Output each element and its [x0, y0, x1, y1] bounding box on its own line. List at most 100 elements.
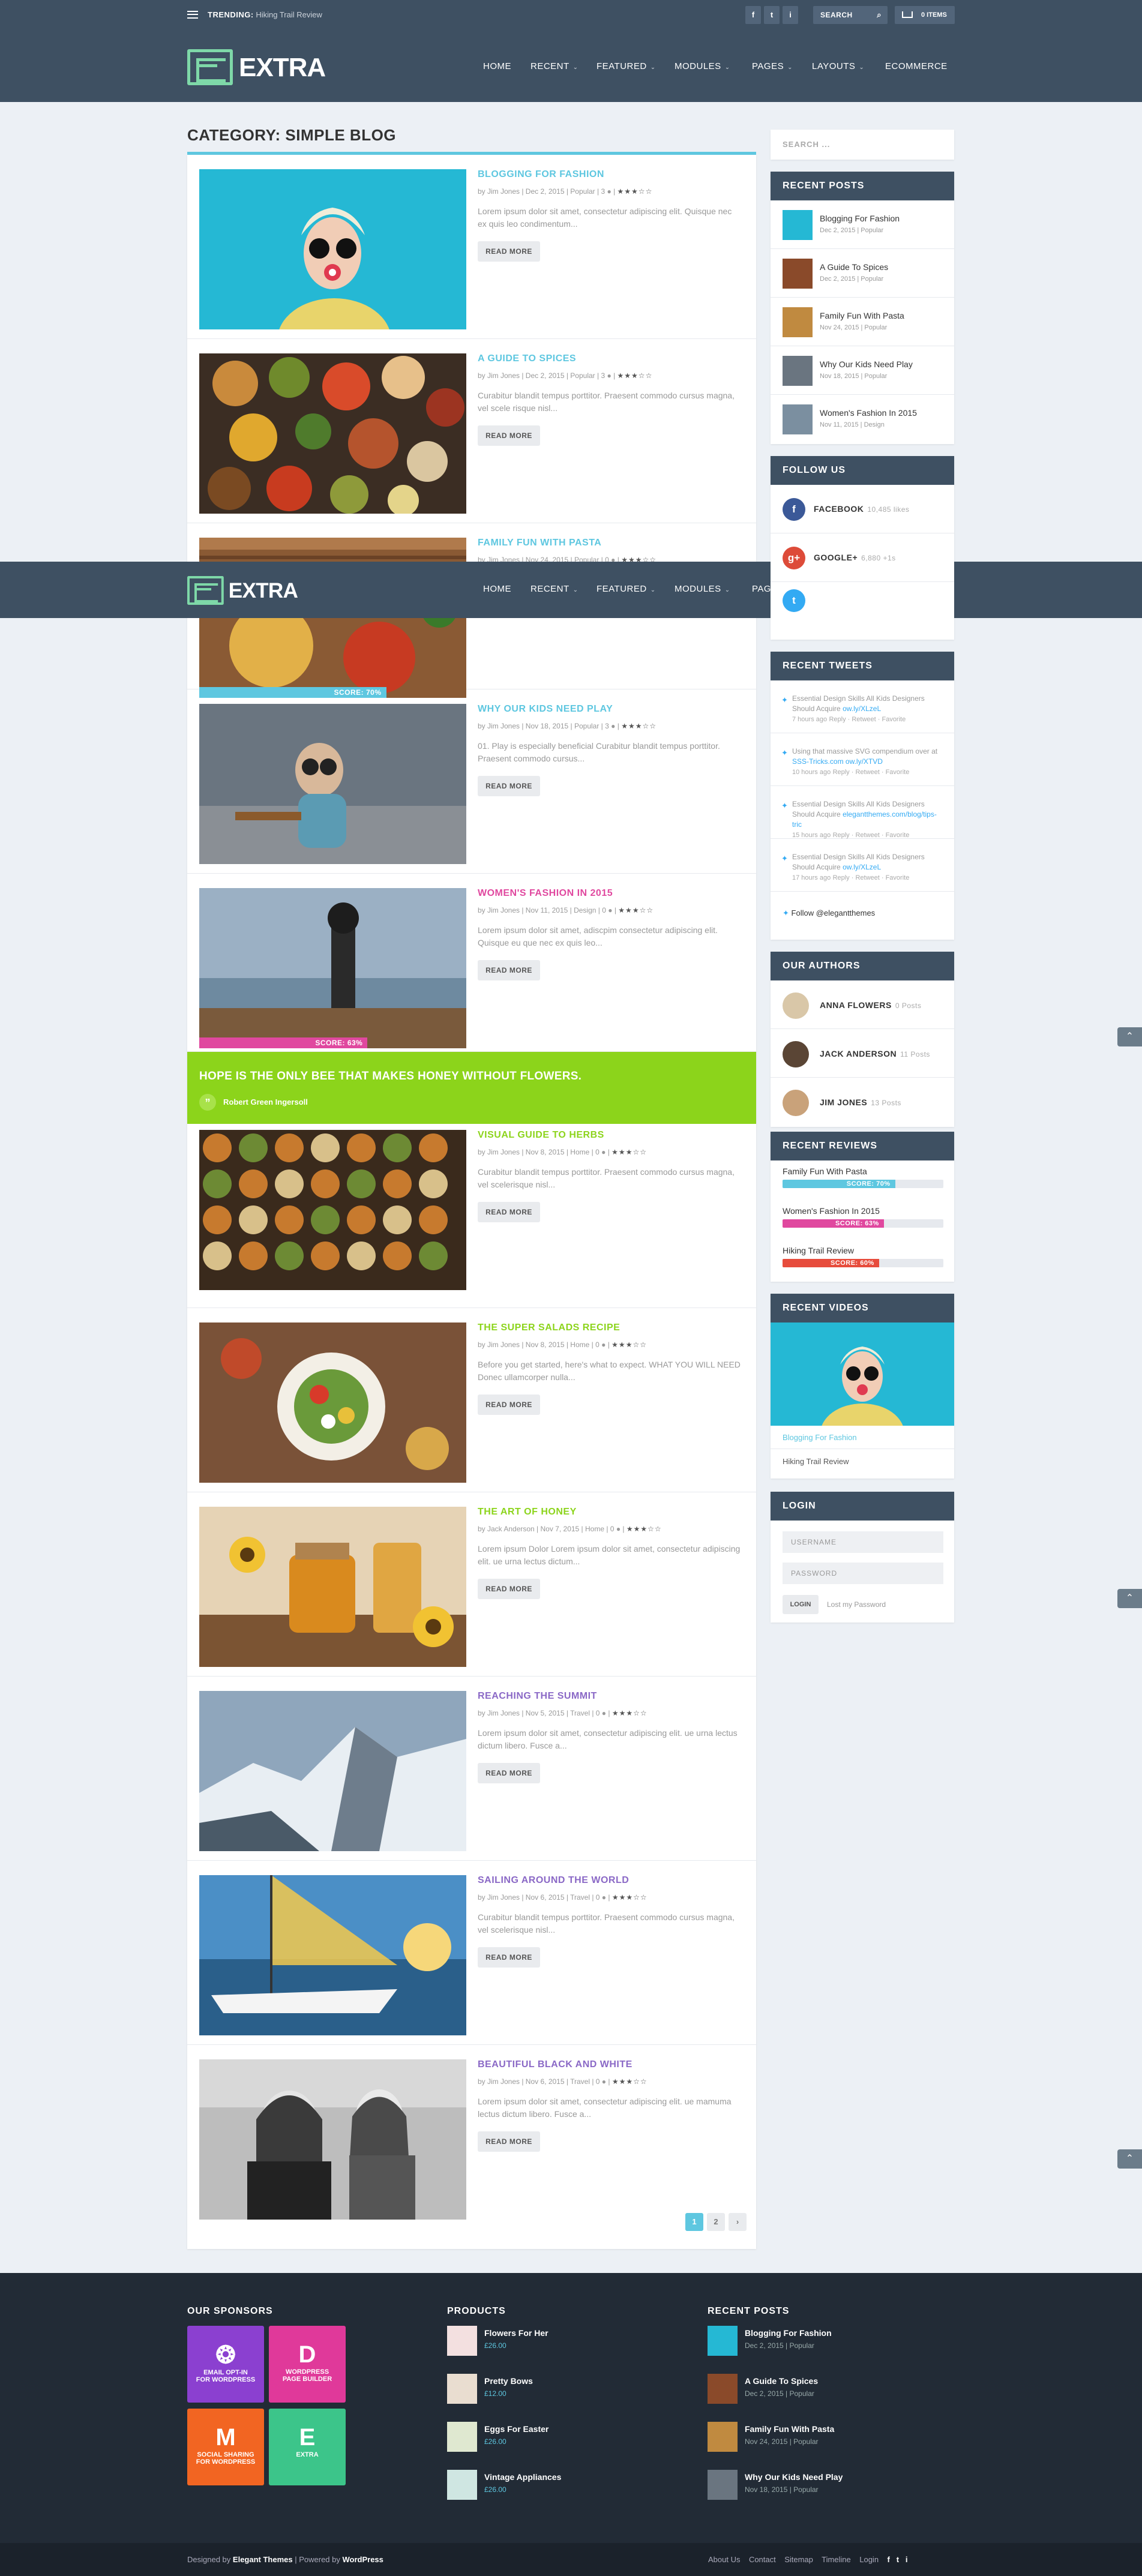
pagination-page-1[interactable]: 1 — [685, 2213, 703, 2231]
list-item[interactable]: Why Our Kids Need Play Nov 18, 2015 | Pop… — [771, 346, 954, 395]
post-title[interactable]: A GUIDE TO SPICES — [478, 353, 576, 364]
scroll-top-button[interactable]: ⌃ — [1117, 1027, 1142, 1046]
post-thumbnail[interactable] — [199, 704, 466, 864]
follow-twitter-link[interactable]: ✦ Follow @elegantthemes — [783, 908, 875, 918]
product-title[interactable]: Flowers For Her — [484, 2328, 548, 2338]
post-thumbnail[interactable] — [199, 1323, 466, 1483]
sponsor-page-builder[interactable]: D WORDPRESS PAGE BUILDER — [269, 2326, 346, 2403]
menu-icon[interactable] — [187, 11, 198, 19]
author-item[interactable]: ANNA FLOWERS 0 Posts — [771, 980, 954, 1029]
product-title[interactable]: Eggs For Easter — [484, 2424, 548, 2434]
video-link[interactable]: Blogging For Fashion — [783, 1433, 857, 1442]
video-link[interactable]: Hiking Trail Review — [783, 1457, 849, 1466]
post-title[interactable]: FAMILY FUN WITH PASTA — [478, 538, 601, 548]
read-more-button[interactable]: READ MORE — [478, 425, 540, 446]
nav-featured[interactable]: FEATURED ⌄ — [597, 61, 656, 71]
post-title[interactable]: SAILING AROUND THE WORLD — [478, 1875, 629, 1886]
post-title[interactable]: BEAUTIFUL BLACK AND WHITE — [478, 2059, 633, 2070]
footer-recent-title[interactable]: Why Our Kids Need Play — [745, 2472, 843, 2482]
post-title[interactable]: VISUAL GUIDE TO HERBS — [478, 1130, 604, 1141]
post-thumbnail[interactable] — [199, 1691, 466, 1851]
tweet-actions[interactable]: Reply · Retweet · Favorite — [829, 716, 906, 723]
follow-facebook[interactable]: f FACEBOOK 10,485 likes — [771, 485, 954, 533]
tweet-link[interactable]: ow.ly/XLzeL — [843, 863, 881, 871]
post-thumbnail[interactable] — [199, 169, 466, 329]
nav-layouts[interactable]: LAYOUTS⌄ — [812, 61, 864, 71]
review-title[interactable]: Hiking Trail Review — [783, 1246, 854, 1255]
read-more-button[interactable]: READ MORE — [478, 1579, 540, 1599]
post-thumbnail[interactable] — [199, 1130, 466, 1290]
scroll-top-button[interactable]: ⌃ — [1117, 2149, 1142, 2169]
review-item[interactable]: Family Fun With Pasta SCORE: 70% — [783, 1166, 943, 1204]
trending-value[interactable]: Hiking Trail Review — [256, 10, 322, 19]
credits-link[interactable]: WordPress — [343, 2555, 383, 2564]
facebook-icon[interactable]: f — [888, 2555, 890, 2564]
sidebar-search-input[interactable]: SEARCH ... — [771, 130, 954, 160]
author-item[interactable]: JACK ANDERSON 11 Posts — [771, 1029, 954, 1078]
footer-recent-title[interactable]: Family Fun With Pasta — [745, 2424, 834, 2434]
list-item[interactable]: Blogging For Fashion Dec 2, 2015 | Popula… — [771, 200, 954, 249]
review-item[interactable]: Hiking Trail Review SCORE: 60% — [783, 1246, 943, 1283]
post-title[interactable]: REACHING THE SUMMIT — [478, 1691, 597, 1702]
list-item-title[interactable]: A Guide To Spices — [820, 262, 888, 272]
footer-link-timeline[interactable]: Timeline — [822, 2555, 851, 2564]
read-more-button[interactable]: READ MORE — [478, 776, 540, 796]
read-more-button[interactable]: READ MORE — [478, 2131, 540, 2152]
nav-home[interactable]: HOME — [483, 584, 511, 594]
post-title[interactable]: BLOGGING FOR FASHION — [478, 169, 604, 180]
scroll-top-button[interactable]: ⌃ — [1117, 1589, 1142, 1608]
author-item[interactable]: JIM JONES 13 Posts — [771, 1078, 954, 1126]
list-item[interactable]: A Guide To Spices Dec 2, 2015 | Popular — [771, 249, 954, 298]
sponsor-social-sharing[interactable]: M SOCIAL SHARING FOR WORDPRESS — [187, 2409, 264, 2485]
password-field[interactable]: PASSWORD — [783, 1563, 943, 1584]
post-title[interactable]: THE ART OF HONEY — [478, 1507, 577, 1518]
review-title[interactable]: Women's Fashion In 2015 — [783, 1206, 880, 1216]
post-thumbnail[interactable] — [199, 2059, 466, 2220]
pagination-page-2[interactable]: 2 — [707, 2213, 725, 2231]
twitter-icon[interactable]: t — [764, 6, 780, 24]
read-more-button[interactable]: READ MORE — [478, 1202, 540, 1222]
tweet-actions[interactable]: Reply · Retweet · Favorite — [833, 832, 910, 839]
trending-ticker[interactable]: TRENDING: Hiking Trail Review — [208, 10, 322, 19]
post-title[interactable]: WOMEN'S FASHION IN 2015 — [478, 888, 613, 899]
product-title[interactable]: Pretty Bows — [484, 2376, 533, 2386]
footer-link-contact[interactable]: Contact — [749, 2555, 776, 2564]
username-field[interactable]: USERNAME — [783, 1531, 943, 1553]
list-item-title[interactable]: Family Fun With Pasta — [820, 311, 904, 320]
follow-google-plus[interactable]: g+ GOOGLE+ 6,880 +1s — [771, 533, 954, 582]
read-more-button[interactable]: READ MORE — [478, 1763, 540, 1783]
facebook-icon[interactable]: f — [745, 6, 761, 24]
nav-home[interactable]: HOME — [483, 61, 511, 71]
post-thumbnail[interactable]: SCORE: 63% — [199, 888, 466, 1048]
list-item-title[interactable]: Blogging For Fashion — [820, 214, 900, 223]
site-logo[interactable]: EXTRA — [187, 576, 298, 605]
footer-recent-title[interactable]: Blogging For Fashion — [745, 2328, 832, 2338]
nav-ecommerce[interactable]: ECOMMERCE — [885, 61, 948, 71]
footer-link-sitemap[interactable]: Sitemap — [784, 2555, 813, 2564]
footer-link-about[interactable]: About Us — [708, 2555, 740, 2564]
video-thumbnail[interactable] — [771, 1323, 954, 1426]
post-title[interactable]: THE SUPER SALADS RECIPE — [478, 1323, 620, 1333]
tweet-link[interactable]: SSS-Tricks.com ow.ly/XTVD — [792, 757, 883, 766]
credits-link[interactable]: Elegant Themes — [233, 2555, 293, 2564]
nav-recent[interactable]: RECENT ⌄ — [530, 61, 579, 71]
login-button[interactable]: LOGIN — [783, 1595, 819, 1614]
read-more-button[interactable]: READ MORE — [478, 1395, 540, 1415]
twitter-icon[interactable]: t — [897, 2555, 899, 2564]
list-item-title[interactable]: Why Our Kids Need Play — [820, 359, 913, 369]
nav-modules[interactable]: MODULES ⌄ — [675, 584, 730, 594]
sponsor-extra[interactable]: E EXTRA — [269, 2409, 346, 2485]
list-item[interactable]: Family Fun With Pasta Nov 24, 2015 | Popu… — [771, 298, 954, 346]
read-more-button[interactable]: READ MORE — [478, 241, 540, 262]
tweet-actions[interactable]: Reply · Retweet · Favorite — [833, 874, 910, 881]
site-logo[interactable]: EXTRA — [187, 49, 326, 85]
footer-recent-title[interactable]: A Guide To Spices — [745, 2376, 818, 2386]
instagram-icon[interactable]: i — [906, 2555, 908, 2564]
read-more-button[interactable]: READ MORE — [478, 960, 540, 980]
list-item-title[interactable]: Women's Fashion In 2015 — [820, 408, 917, 418]
tweet-actions[interactable]: Reply · Retweet · Favorite — [833, 769, 910, 776]
footer-link-login[interactable]: Login — [859, 2555, 879, 2564]
pagination-next-button[interactable]: › — [729, 2213, 747, 2231]
post-thumbnail[interactable] — [199, 1875, 466, 2035]
list-item[interactable]: Women's Fashion In 2015 Nov 11, 2015 | De… — [771, 395, 954, 443]
